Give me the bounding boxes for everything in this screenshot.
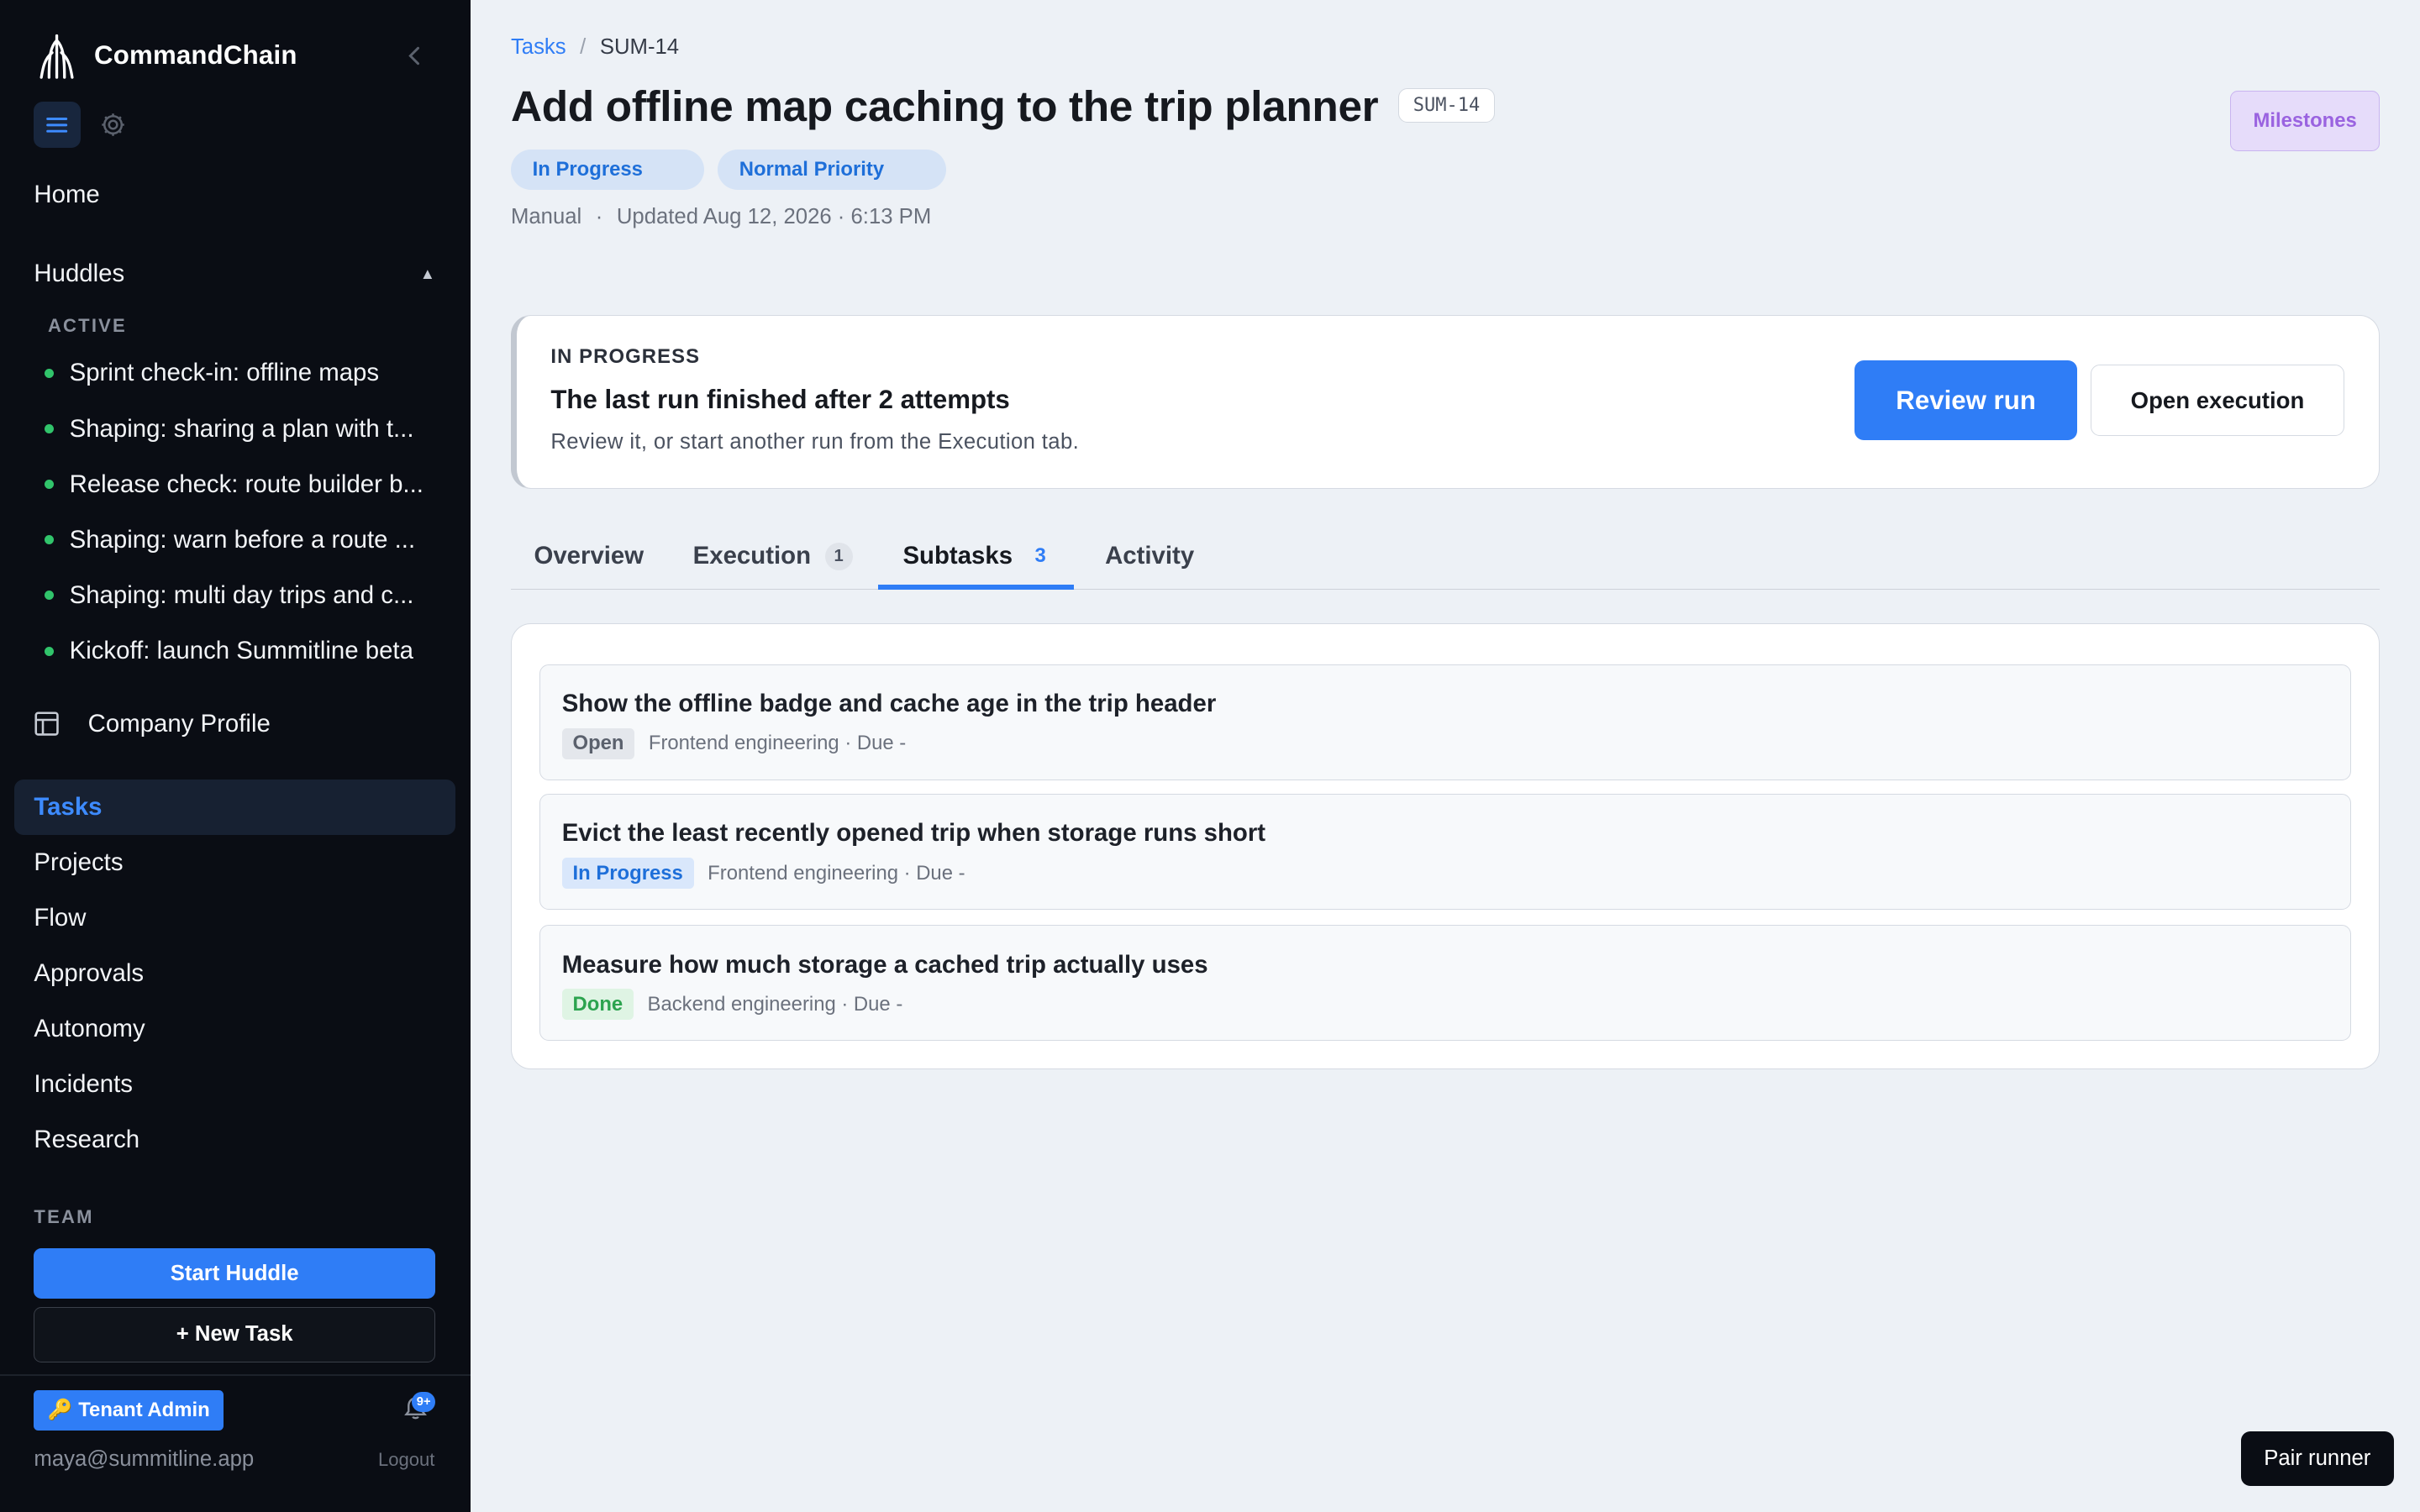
active-dot-icon [45, 535, 55, 545]
subtask-meta: Open Frontend engineering · Due - [561, 728, 907, 759]
subtask-row[interactable]: Measure how much storage a cached trip a… [539, 925, 2352, 1041]
subtask-title: Measure how much storage a cached trip a… [561, 950, 1208, 979]
company-profile-label: Company Profile [87, 709, 271, 738]
chevron-left-icon[interactable] [404, 42, 426, 70]
logout-link[interactable]: Logout [378, 1449, 434, 1471]
huddle-item[interactable]: Sprint check-in: offline maps [45, 345, 438, 401]
active-dot-icon [45, 646, 55, 656]
tab-subtasks[interactable]: Subtasks 3 [902, 523, 1054, 590]
layout-panel-icon [34, 711, 60, 737]
tree-logo-icon [39, 34, 74, 79]
huddle-item[interactable]: Kickoff: launch Summitline beta [45, 623, 438, 679]
subtask-details: Backend engineering · Due - [647, 992, 903, 1016]
tab-overview[interactable]: Overview [534, 523, 644, 590]
notification-count-badge: 9+ [412, 1391, 435, 1412]
task-updated: Updated Aug 12, 2026 · 6:13 PM [616, 205, 932, 229]
run-description: Review it, or start another run from the… [550, 429, 1080, 454]
title-row: Add offline map caching to the trip plan… [511, 81, 1495, 131]
user-email: maya@summitline.app [34, 1446, 255, 1471]
task-id-badge: SUM-14 [1398, 88, 1495, 123]
tab-count-badge: 1 [824, 542, 853, 570]
subtask-list: Show the offline badge and cache age in … [510, 623, 2381, 1069]
huddles-label: Huddles [34, 259, 125, 287]
task-meta: Manual · Updated Aug 12, 2026 · 6:13 PM [511, 205, 931, 229]
page-title: Add offline map caching to the trip plan… [510, 81, 1379, 130]
breadcrumb-current: SUM-14 [599, 35, 680, 60]
brand[interactable]: CommandChain [34, 31, 297, 81]
new-task-button[interactable]: + New Task [34, 1306, 435, 1362]
nav-projects[interactable]: Projects [34, 835, 435, 890]
team-section-label: TEAM [34, 1206, 94, 1228]
active-dot-icon [45, 480, 55, 490]
nav-incidents[interactable]: Incidents [34, 1057, 435, 1112]
huddle-item[interactable]: Shaping: multi day trips and c... [45, 568, 438, 623]
tab-activity[interactable]: Activity [1105, 523, 1194, 590]
nav-company-profile[interactable]: Company Profile [34, 709, 271, 738]
nav-tasks[interactable]: Tasks [34, 780, 435, 835]
nav-flow[interactable]: Flow [34, 890, 435, 946]
tab-count-badge: 3 [1034, 544, 1046, 568]
active-dot-icon [45, 591, 55, 601]
meta-separator: · [595, 205, 603, 229]
settings-button[interactable] [90, 102, 136, 148]
sidebar-divider [0, 1374, 471, 1377]
gear-icon [101, 113, 124, 136]
run-status-banner: IN PROGRESS The last run finished after … [510, 314, 2381, 490]
active-tab-indicator [878, 585, 1075, 590]
subtask-meta: In Progress Frontend engineering · Due - [561, 858, 965, 890]
subtask-title: Evict the least recently opened trip whe… [561, 819, 1266, 848]
subtask-meta: Done Backend engineering · Due - [561, 989, 903, 1021]
subtask-row[interactable]: Evict the least recently opened trip whe… [539, 794, 2352, 910]
sidebar: CommandChain Home Huddles ▲ ACTIVE Sprin… [0, 0, 471, 1512]
subtask-row[interactable]: Show the offline badge and cache age in … [539, 664, 2352, 780]
run-status-label: IN PROGRESS [550, 344, 701, 368]
pair-runner-button[interactable]: Pair runner [2240, 1431, 2394, 1486]
nav-autonomy[interactable]: Autonomy [34, 1001, 435, 1057]
run-title: The last run finished after 2 attempts [550, 385, 1010, 415]
subtask-details: Frontend engineering · Due - [708, 861, 965, 885]
status-pill[interactable]: In Progress [510, 150, 704, 190]
hamburger-menu-icon [46, 117, 68, 133]
tenant-admin-badge[interactable]: 🔑 Tenant Admin [34, 1389, 224, 1431]
subtask-title: Show the offline badge and cache age in … [561, 690, 1217, 718]
nav-home[interactable]: Home [34, 181, 99, 209]
task-source: Manual [510, 205, 582, 229]
active-dot-icon [45, 368, 55, 378]
priority-pill[interactable]: Normal Priority [718, 150, 946, 190]
main-nav: Tasks Projects Flow Approvals Autonomy I… [34, 780, 435, 1168]
breadcrumb: Tasks / SUM-14 [511, 35, 679, 60]
sidebar-toolbar [34, 102, 136, 149]
tab-label: Activity [1105, 542, 1195, 570]
huddle-list: Sprint check-in: offline maps Shaping: s… [45, 345, 438, 679]
review-run-button[interactable]: Review run [1854, 360, 2077, 441]
menu-toggle-button[interactable] [34, 102, 81, 149]
task-tabs: Overview Execution 1 Subtasks 3 Activity [510, 523, 2381, 590]
tab-label: Execution [692, 542, 812, 570]
active-dot-icon [45, 424, 55, 434]
status-badge: Done [561, 989, 634, 1021]
status-pills: In Progress Normal Priority [510, 150, 946, 190]
subtask-details: Frontend engineering · Due - [648, 732, 907, 755]
huddles-section-toggle[interactable]: Huddles ▲ [34, 260, 435, 288]
huddle-item[interactable]: Release check: route builder b... [45, 457, 438, 512]
status-badge: In Progress [561, 858, 694, 890]
active-huddles-label: ACTIVE [47, 314, 127, 336]
start-huddle-button[interactable]: Start Huddle [34, 1247, 435, 1299]
nav-research[interactable]: Research [34, 1112, 435, 1168]
app-name: CommandChain [94, 40, 297, 71]
caret-up-icon: ▲ [419, 264, 435, 282]
nav-approvals[interactable]: Approvals [34, 946, 435, 1001]
tab-execution[interactable]: Execution 1 [693, 523, 853, 590]
huddle-item[interactable]: Shaping: sharing a plan with t... [45, 402, 438, 457]
huddle-item[interactable]: Shaping: warn before a route ... [45, 512, 438, 568]
milestones-button[interactable]: Milestones [2230, 91, 2381, 151]
open-execution-button[interactable]: Open execution [2091, 365, 2344, 436]
tab-label: Subtasks [902, 542, 1013, 570]
breadcrumb-tasks-link[interactable]: Tasks [511, 35, 566, 60]
breadcrumb-separator: / [580, 35, 587, 60]
status-badge: Open [561, 728, 635, 759]
tab-label: Overview [534, 542, 644, 570]
